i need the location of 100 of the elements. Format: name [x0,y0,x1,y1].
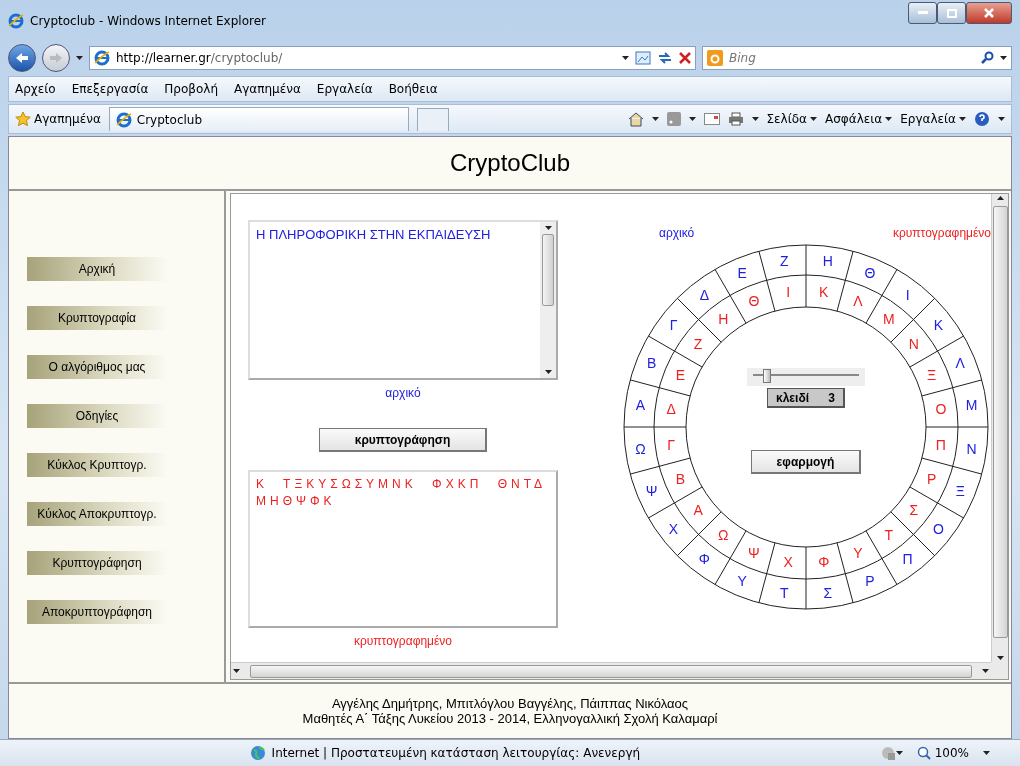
back-button[interactable] [8,44,36,72]
command-menu[interactable]: Εργαλεία [900,112,966,126]
wheel-letter: Σ [909,501,919,518]
close-icon [984,8,994,18]
browser-tab[interactable]: Cryptoclub [108,107,409,131]
wheel-letter: Α [693,501,703,518]
wheel-letter: Β [647,355,657,372]
caret-icon [688,117,696,121]
mail-icon[interactable] [703,113,720,125]
ring-label: κρυπτογραφημένο [892,226,991,240]
wheel-letter: Η [718,311,729,328]
wheel-letter: Γ [669,317,678,334]
caret-icon [959,117,966,121]
caret-icon [622,56,629,60]
wheel-letter: Ε [675,366,685,383]
feed-icon[interactable] [666,112,681,126]
wheel-letter: Ξ [955,482,965,499]
wheel-letter: Λ [853,293,863,310]
help-icon[interactable] [974,111,990,127]
menu-item[interactable]: Αρχείο [15,82,56,96]
wheel-letter: Σ [823,584,833,601]
zoom-icon[interactable] [916,746,931,760]
minimize-button[interactable] [908,2,937,24]
caret-icon [810,117,817,121]
stop-icon[interactable] [679,52,691,64]
scroll-down-icon [544,370,552,374]
encrypt-button[interactable]: κρυπτογράφηση [319,428,487,452]
wheel-letter: Ο [933,520,944,537]
wheel-letter: Ζ [693,336,703,353]
status-text: Internet | Προστατευμένη κατάσταση λειτουργίας: Ανενεργή [271,746,641,760]
address-field[interactable]: http://learner.gr/cryptoclub/ [89,46,696,70]
caret-icon [1000,56,1007,60]
wheel-letter: Δ [699,286,709,303]
search-field[interactable]: Bing [702,46,1012,70]
wheel-letter: Θ [864,264,876,281]
printer-icon[interactable] [727,112,744,126]
caret-icon [895,751,903,755]
zoom-level[interactable]: 100% [934,746,969,760]
wheel-letter: Ψ [645,482,658,499]
footer-text: Μαθητές Α΄ Τάξης Λυκείου 2013 - 2014, Ελληνογαλλική Σχολή Καλαμαρί [302,711,718,726]
globe-e-icon [115,111,132,128]
wheel-letter: Ρ [865,573,875,590]
search-engine-icon [707,50,723,66]
minimize-icon [917,11,928,15]
wheel-letter: Κ [933,317,944,334]
refresh-icon[interactable] [657,51,673,65]
wheel-letter: Τ [779,584,789,601]
scroll-down-icon [996,656,1004,660]
menu-item[interactable]: Προβολή [164,82,219,96]
wheel-letter: Β [675,471,685,488]
home-icon[interactable] [627,111,644,127]
field-label: αρχικό [385,386,421,400]
ring-label: αρχικό [659,226,695,240]
wheel-letter: Π [902,551,913,568]
wheel-letter: Τ [884,526,894,543]
search-icon[interactable] [980,51,994,65]
menu-item[interactable]: Επεξεργασία [71,82,149,96]
globe-e-icon [94,50,110,66]
wheel-letter: Ρ [927,471,937,488]
wheel-letter: Ι [786,284,791,301]
maximize-icon [946,8,957,18]
forward-button[interactable] [42,44,70,72]
horizontal-scrollbar[interactable] [231,662,991,679]
vertical-scrollbar[interactable] [991,194,1008,662]
wheel-letter: Λ [955,355,965,372]
favorites-button[interactable]: Αγαπημένα [15,111,101,127]
wheel-letter: Ν [908,336,919,353]
menu-item[interactable]: Εργαλεία [316,82,373,96]
plaintext-field[interactable]: Η ΠΛΗΡΟΦΟΡΙΚΗ ΣΤΗΝ ΕΚΠΑΙΔΕΥΣΗ [248,220,558,380]
key-slider[interactable] [747,368,865,386]
wheel-letter: Δ [666,401,676,418]
globe-e-icon [8,13,24,29]
wheel-letter: Ξ [927,366,937,383]
caret-icon [998,117,1005,121]
wheel-letter: Χ [668,520,679,537]
menu-item[interactable]: Βοήθεια [388,82,438,96]
field-label: κρυπτογραφημένο [353,634,453,648]
maximize-button[interactable] [937,2,966,24]
wheel-letter: Ν [966,440,977,457]
caret-icon [885,117,893,121]
apply-button[interactable]: εφαρμογή [751,450,861,474]
field-scrollbar[interactable] [540,222,556,378]
wheel-letter: Ζ [779,253,789,270]
wheel-letter: Υ [737,573,747,590]
key-label: κλειδί [776,390,809,405]
caret-icon [983,751,990,755]
wheel-letter: Μ [882,311,895,328]
caret-icon [651,117,659,121]
close-button[interactable] [966,2,1012,24]
compatibility-icon[interactable] [635,51,651,65]
slider-thumb[interactable] [762,369,771,383]
menu-item[interactable]: Αγαπημένα [234,82,301,96]
command-menu[interactable]: Ασφάλεια [825,112,893,126]
key-value: 3 [828,390,835,405]
wheel-letter: Ψ [748,544,760,561]
wheel-letter: Α [635,397,646,414]
back-arrow-icon [15,52,29,64]
command-menu[interactable]: Σελίδα [766,112,817,126]
footer-text: Αγγέλης Δημήτρης, Μπιτλόγλου Βαγγέλης, Πάιππας Νικόλαος [331,696,689,711]
ciphertext-field[interactable]: Κ ΤΞΚΥΣΩΣΥΜΝΚ ΦΧΚΠ ΘΝΤΔ ΜΗΘΨΦΚ [248,470,558,628]
